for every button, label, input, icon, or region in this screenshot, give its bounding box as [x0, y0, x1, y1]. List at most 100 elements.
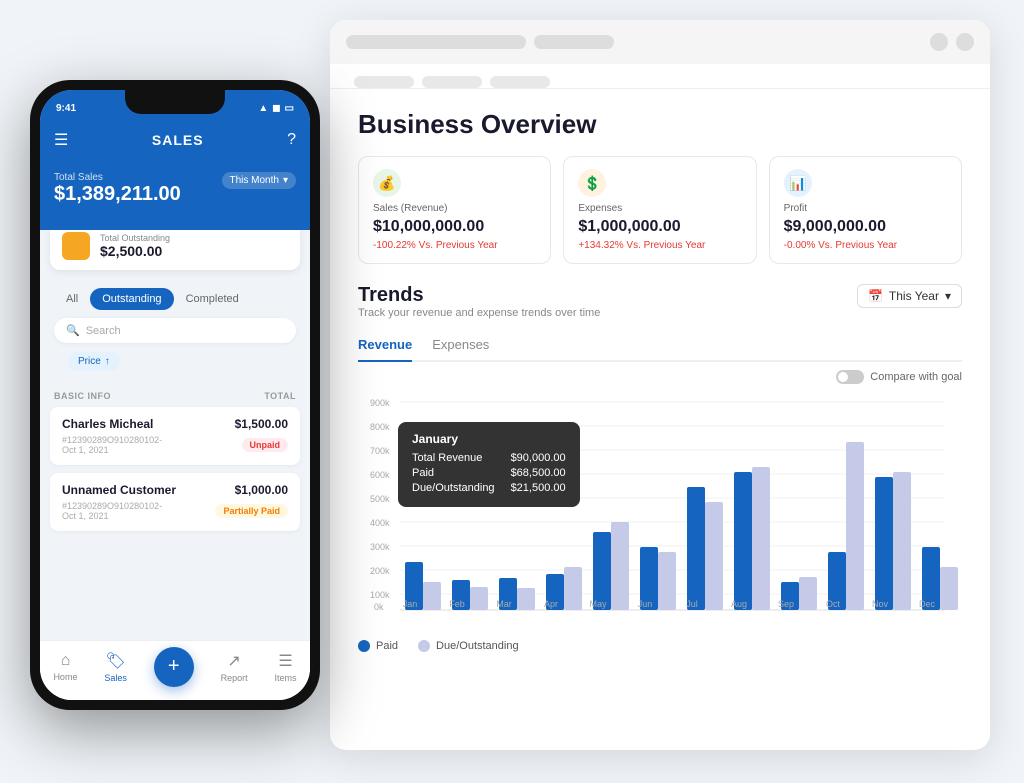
chevron-down-icon: ▾: [945, 289, 951, 303]
filter-outstanding[interactable]: Outstanding: [90, 288, 173, 310]
tooltip-label-2: Due/Outstanding: [412, 482, 495, 494]
outstanding-icon: [62, 232, 90, 260]
report-icon: ↗: [227, 651, 240, 671]
status-time: 9:41: [56, 103, 76, 114]
tab-expenses[interactable]: Expenses: [432, 337, 489, 360]
status-badge-1: Partially Paid: [215, 504, 288, 518]
calendar-icon: 📅: [868, 289, 883, 303]
filter-completed[interactable]: Completed: [174, 288, 251, 310]
period-picker[interactable]: This Month ▾: [222, 172, 297, 189]
outstanding-info: Total Outstanding $2,500.00: [100, 233, 170, 259]
trends-title-block: Trends Track your revenue and expense tr…: [358, 284, 600, 331]
svg-text:600k: 600k: [370, 470, 390, 480]
nav-sales-label: Sales: [104, 673, 127, 683]
svg-text:700k: 700k: [370, 446, 390, 456]
filter-all[interactable]: All: [54, 288, 90, 310]
trends-header: Trends Track your revenue and expense tr…: [358, 284, 962, 331]
topbar-address-bar: [346, 35, 526, 49]
svg-text:Mar: Mar: [496, 599, 512, 609]
topbar-btn-2[interactable]: [956, 33, 974, 51]
customer-row-1[interactable]: Unnamed Customer $1,000.00 #12390289O910…: [50, 473, 300, 531]
legend-label-paid: Paid: [376, 640, 398, 652]
profit-label: Profit: [784, 203, 947, 214]
wifi-icon: ▲: [258, 103, 268, 114]
chart-tabs: Revenue Expenses: [358, 337, 962, 362]
app-nav-bar: ☰ SALES ?: [40, 118, 310, 162]
table-header: BASIC INFO TOTAL: [40, 385, 310, 407]
filter-tabs: All Outstanding Completed: [40, 280, 310, 318]
tooltip-row-2: Due/Outstanding $21,500.00: [412, 482, 566, 494]
legend-dot-outstanding: [418, 640, 430, 652]
status-icons: ▲ ◼ ▭: [258, 103, 294, 114]
expenses-label: Expenses: [578, 203, 741, 214]
tooltip-label-0: Total Revenue: [412, 452, 482, 464]
nav-sales[interactable]: 🏷 Sales: [104, 651, 127, 683]
compare-goal-toggle[interactable]: [836, 370, 864, 384]
nav-items[interactable]: ☰ Items: [274, 651, 296, 683]
customer-name-1: Unnamed Customer: [62, 483, 176, 497]
outstanding-card: Total Outstanding $2,500.00: [50, 230, 300, 270]
phone-frame: 9:41 ▲ ◼ ▭ ☰ SALES ? Total Sales $1,389,: [30, 80, 320, 710]
nav-report-label: Report: [221, 673, 248, 683]
desktop-main-content: Business Overview 💰 Sales (Revenue) $10,…: [330, 89, 990, 672]
search-placeholder[interactable]: Search: [86, 325, 121, 337]
customer-date-0: Oct 1, 2021: [62, 445, 162, 455]
desktop-nav: [330, 64, 990, 89]
customer-row-bottom-0: #12390289O910280102- Oct 1, 2021 Unpaid: [62, 435, 288, 455]
nav-report[interactable]: ↗ Report: [221, 651, 248, 683]
customer-amount-0: $1,500.00: [235, 417, 288, 431]
phone-notch: [125, 90, 225, 114]
legend-outstanding: Due/Outstanding: [418, 640, 519, 652]
customer-id-1: #12390289O910280102-: [62, 501, 162, 511]
nav-pill-1: [354, 76, 414, 88]
metric-row: 💰 Sales (Revenue) $10,000,000.00 -100.22…: [358, 156, 962, 264]
phone-main-content: Total Outstanding $2,500.00 All Outstand…: [40, 230, 310, 700]
customer-row-bottom-1: #12390289O910280102- Oct 1, 2021 Partial…: [62, 501, 288, 521]
tab-revenue[interactable]: Revenue: [358, 337, 412, 362]
col-header-total: TOTAL: [264, 391, 296, 401]
legend-dot-paid: [358, 640, 370, 652]
tooltip-label-1: Paid: [412, 467, 434, 479]
sort-row: Price ↑: [40, 351, 310, 385]
profit-value: $9,000,000.00: [784, 218, 947, 236]
year-picker[interactable]: 📅 This Year ▾: [857, 284, 962, 308]
trends-title: Trends: [358, 284, 600, 307]
customer-row-0[interactable]: Charles Micheal $1,500.00 #12390289O9102…: [50, 407, 300, 465]
sort-label: Price: [78, 356, 101, 367]
chart-tooltip: January Total Revenue $90,000.00 Paid $6…: [398, 422, 580, 507]
svg-text:0k: 0k: [374, 602, 384, 612]
tooltip-row-0: Total Revenue $90,000.00: [412, 452, 566, 464]
desktop-card: Business Overview 💰 Sales (Revenue) $10,…: [330, 20, 990, 750]
revenue-label: Sales (Revenue): [373, 203, 536, 214]
revenue-icon: 💰: [373, 169, 401, 197]
nav-pill-3: [490, 76, 550, 88]
search-bar: 🔍 Search: [54, 318, 296, 343]
topbar-btn-1[interactable]: [930, 33, 948, 51]
menu-icon[interactable]: ☰: [54, 130, 68, 150]
nav-home[interactable]: ⌂ Home: [53, 652, 77, 682]
bottom-nav: ⌂ Home 🏷 Sales + ↗ Report ☰ Items: [40, 640, 310, 700]
outstanding-value: $2,500.00: [100, 243, 170, 259]
svg-text:200k: 200k: [370, 566, 390, 576]
svg-text:800k: 800k: [370, 422, 390, 432]
customer-amount-1: $1,000.00: [235, 483, 288, 497]
nav-home-label: Home: [53, 672, 77, 682]
home-icon: ⌂: [61, 652, 71, 670]
tooltip-value-1: $68,500.00: [511, 467, 566, 479]
toggle-thumb: [838, 372, 848, 382]
tooltip-title: January: [412, 432, 566, 446]
app-nav-title: SALES: [152, 132, 204, 148]
year-picker-label: This Year: [889, 289, 939, 303]
profit-icon: 📊: [784, 169, 812, 197]
phone-wrapper: 9:41 ▲ ◼ ▭ ☰ SALES ? Total Sales $1,389,: [30, 80, 320, 710]
tooltip-row-1: Paid $68,500.00: [412, 467, 566, 479]
help-icon[interactable]: ?: [287, 131, 296, 149]
expenses-change: +134.32% Vs. Previous Year: [578, 240, 741, 251]
add-button[interactable]: +: [154, 647, 194, 687]
chart-area: 900k 800k 700k 600k 500k 400k 300k 200k …: [358, 392, 962, 632]
sort-pill[interactable]: Price ↑: [68, 352, 120, 371]
legend-paid: Paid: [358, 640, 398, 652]
svg-text:Nov: Nov: [872, 599, 889, 609]
compare-goal-label: Compare with goal: [870, 371, 962, 383]
svg-text:Apr: Apr: [544, 599, 558, 609]
